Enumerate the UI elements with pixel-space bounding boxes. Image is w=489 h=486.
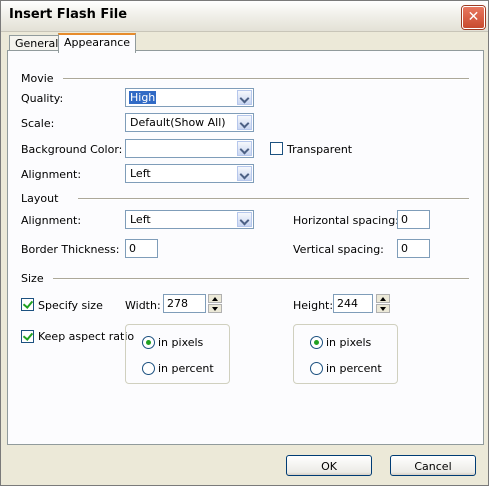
size-separator — [53, 278, 469, 280]
scale-select[interactable]: Default(Show All) — [125, 113, 254, 132]
hspacing-label: Horizontal spacing: — [293, 214, 399, 227]
spin-down-icon[interactable] — [376, 304, 390, 313]
tab-appearance[interactable]: Appearance — [58, 33, 137, 53]
vspacing-label: Vertical spacing: — [293, 243, 384, 256]
close-button[interactable]: ✕ — [462, 6, 485, 29]
width-in-percent-radio[interactable] — [142, 362, 155, 375]
transparent-checkbox[interactable] — [270, 142, 283, 155]
movie-section-label: Movie — [21, 72, 54, 85]
height-label: Height: — [293, 299, 334, 312]
dialog-title: Insert Flash File — [9, 7, 128, 22]
scale-value: Default(Show All) — [130, 116, 226, 129]
movie-alignment-select[interactable]: Left — [125, 164, 254, 183]
spin-down-icon[interactable] — [208, 304, 222, 313]
tab-appearance-label: Appearance — [64, 36, 131, 49]
width-in-percent-label: in percent — [158, 362, 214, 375]
size-section-label: Size — [21, 272, 44, 285]
chevron-down-icon[interactable] — [237, 166, 252, 181]
border-thickness-label: Border Thickness: — [21, 243, 120, 256]
width-in-pixels-label: in pixels — [158, 336, 204, 349]
bgcolor-select[interactable] — [125, 139, 254, 158]
height-in-pixels-radio[interactable] — [310, 336, 323, 349]
height-in-percent-label: in percent — [326, 362, 382, 375]
close-icon: ✕ — [467, 9, 480, 25]
height-in-pixels-label: in pixels — [326, 336, 372, 349]
layout-section-label: Layout — [21, 192, 59, 205]
layout-separator — [78, 198, 469, 200]
keep-aspect-label: Keep aspect ratio — [38, 330, 135, 343]
height-in-percent-radio[interactable] — [310, 362, 323, 375]
title-bar: Insert Flash File ✕ — [1, 1, 488, 32]
border-thickness-input[interactable]: 0 — [125, 239, 158, 258]
spin-up-icon[interactable] — [208, 294, 222, 303]
quality-value: High — [129, 91, 157, 104]
width-units-group: in pixels in percent — [125, 324, 230, 384]
chevron-down-icon[interactable] — [237, 115, 252, 130]
spin-up-icon[interactable] — [376, 294, 390, 303]
quality-label: Quality: — [21, 92, 64, 105]
chevron-down-icon[interactable] — [237, 141, 252, 156]
ok-button[interactable]: OK — [286, 455, 372, 476]
height-input[interactable]: 244 — [333, 294, 373, 313]
bgcolor-label: Background Color: — [21, 143, 123, 156]
movie-alignment-value: Left — [130, 167, 151, 180]
layout-alignment-value: Left — [130, 213, 151, 226]
layout-alignment-label: Alignment: — [21, 214, 82, 227]
vspacing-input[interactable]: 0 — [397, 239, 430, 258]
layout-alignment-select[interactable]: Left — [125, 210, 254, 229]
specify-size-checkbox[interactable] — [21, 298, 34, 311]
keep-aspect-checkbox[interactable] — [21, 330, 34, 343]
insert-flash-dialog: Insert Flash File ✕ General Appearance M… — [0, 0, 489, 486]
scale-label: Scale: — [21, 117, 55, 130]
appearance-panel: Movie Quality: High Scale: Default(Show … — [7, 50, 484, 445]
width-stepper[interactable] — [208, 294, 222, 313]
tab-general-label: General — [15, 37, 59, 50]
width-in-pixels-radio[interactable] — [142, 336, 155, 349]
quality-select[interactable]: High — [125, 88, 254, 107]
height-stepper[interactable] — [376, 294, 390, 313]
cancel-button[interactable]: Cancel — [390, 455, 476, 476]
width-label: Width: — [125, 299, 161, 312]
hspacing-input[interactable]: 0 — [397, 210, 430, 229]
height-units-group: in pixels in percent — [293, 324, 398, 384]
chevron-down-icon[interactable] — [237, 90, 252, 105]
width-input[interactable]: 278 — [163, 294, 206, 313]
movie-alignment-label: Alignment: — [21, 168, 82, 181]
specify-size-label: Specify size — [38, 299, 103, 312]
chevron-down-icon[interactable] — [237, 212, 252, 227]
transparent-label: Transparent — [287, 143, 353, 156]
movie-separator — [63, 78, 469, 80]
bgcolor-value — [129, 142, 131, 155]
